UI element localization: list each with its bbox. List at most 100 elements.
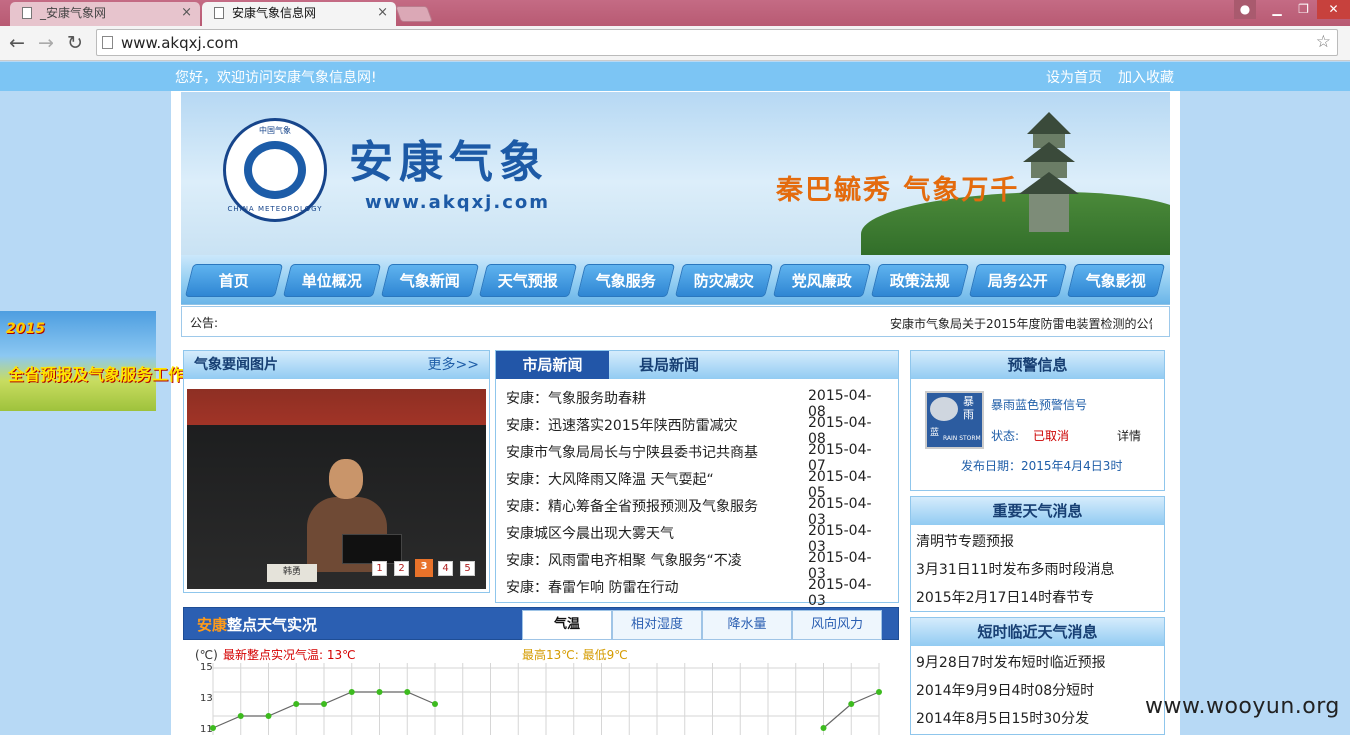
data-point[interactable] [237, 713, 244, 719]
forward-icon[interactable]: → [34, 32, 58, 54]
slogan: 秦巴毓秀 气象万千 [776, 175, 1020, 206]
news-item[interactable]: 安康：春雷乍响 防雷在行动 2015-04-03 [506, 577, 886, 609]
slide-page-1[interactable]: 1 [372, 561, 387, 576]
data-point[interactable] [321, 701, 327, 707]
slide-page-5[interactable]: 5 [460, 561, 475, 576]
user-icon[interactable]: ● [1234, 0, 1256, 19]
notice-label: 公告: [190, 316, 219, 330]
nav-video[interactable]: 气象影视 [1066, 264, 1166, 297]
notice-link[interactable]: 安康市气象局关于2015年度防雷电装置检测的公告 [890, 315, 1152, 332]
slide-page-3[interactable]: 3 [415, 559, 433, 577]
nav-about[interactable]: 单位概况 [282, 264, 382, 297]
data-point[interactable] [348, 689, 355, 695]
slide-page-2[interactable]: 2 [394, 561, 409, 576]
page-icon [102, 36, 113, 49]
panel-title: 重要天气消息 [911, 497, 1164, 525]
list-item[interactable]: 3月31日11时发布多雨时段消息 [916, 559, 1161, 579]
news-photo[interactable]: 韩勇 1 2 3 4 5 [187, 389, 486, 589]
laptop-image [342, 534, 402, 564]
news-item[interactable]: 安康：风雨雷电齐相聚 气象服务“不凌 2015-04-03 [506, 550, 886, 582]
tab-temperature[interactable]: 气温 [522, 610, 612, 640]
news-title[interactable]: 安康：气象服务助春耕 [506, 388, 776, 408]
list-item[interactable]: 2015年2月17日14时春节专 [916, 587, 1161, 607]
cloud-icon [930, 397, 958, 421]
close-tab-icon[interactable]: × [181, 2, 192, 24]
browser-tab[interactable]: _安康气象网 × [10, 2, 200, 26]
list-item[interactable]: 清明节专题预报 [916, 531, 1161, 551]
nav-integrity[interactable]: 党风廉政 [772, 264, 872, 297]
news-title[interactable]: 安康城区今晨出现大雾天气 [506, 523, 776, 543]
back-icon[interactable]: ← [5, 32, 29, 54]
news-item[interactable]: 安康：迅速落实2015年陕西防雷减灾 2015-04-08 [506, 415, 886, 447]
data-point[interactable] [265, 713, 272, 719]
nav-label: 首页 [218, 272, 249, 290]
welcome-text: 您好，欢迎访问安康气象信息网! [175, 70, 377, 86]
tab-precipitation[interactable]: 降水量 [702, 610, 792, 640]
url-text[interactable]: www.akqxj.com [121, 34, 238, 52]
nav-service[interactable]: 气象服务 [576, 264, 676, 297]
bookmark-star-icon[interactable]: ☆ [1316, 32, 1331, 52]
meteorology-logo: 中国气象 CHINA METEOROLOGY [223, 118, 327, 222]
list-item[interactable]: 9月28日7时发布短时临近预报 [916, 652, 1161, 672]
news-item[interactable]: 安康：大风降雨又降温 天气耍起“ 2015-04-05 [506, 469, 886, 501]
set-home-link[interactable]: 设为首页 [1046, 67, 1102, 87]
nav-label: 气象服务 [595, 272, 656, 290]
tab-county-news[interactable]: 县局新闻 [609, 351, 729, 379]
nav-disaster[interactable]: 防灾减灾 [674, 264, 774, 297]
nav-forecast[interactable]: 天气预报 [478, 264, 578, 297]
short-term-panel: 短时临近天气消息 9月28日7时发布短时临近预报 2014年9月9日4时08分短… [910, 617, 1165, 735]
data-point[interactable] [376, 689, 383, 695]
main-nav: 首页 单位概况 气象新闻 天气预报 气象服务 防灾减灾 党风廉政 政策法规 局务… [181, 255, 1170, 305]
address-bar[interactable]: www.akqxj.com ☆ [96, 29, 1338, 56]
data-point[interactable] [848, 701, 855, 707]
minimize-button[interactable]: ▁ [1264, 0, 1290, 19]
close-window-button[interactable]: ✕ [1317, 0, 1350, 19]
maximize-button[interactable]: ❐ [1290, 0, 1317, 19]
news-title[interactable]: 安康：风雨雷电齐相聚 气象服务“不凌 [506, 550, 776, 570]
side-ad-banner[interactable]: 2015 全省预报及气象服务工作会议 [0, 311, 216, 411]
tab-humidity[interactable]: 相对湿度 [612, 610, 702, 640]
news-title[interactable]: 安康市气象局局长与宁陕县委书记共商基 [506, 442, 776, 462]
data-point[interactable] [876, 689, 882, 695]
nav-news[interactable]: 气象新闻 [380, 264, 480, 297]
nav-affairs[interactable]: 局务公开 [968, 264, 1068, 297]
list-item[interactable]: 2014年9月9日4时08分短时 [916, 680, 1161, 700]
speaker-head [329, 459, 363, 499]
watermark: www.wooyun.org [1145, 694, 1340, 719]
news-date: 2015-04-03 [808, 577, 872, 609]
news-item[interactable]: 安康：精心筹备全省预报预测及气象服务 2015-04-03 [506, 496, 886, 528]
data-point[interactable] [432, 701, 438, 707]
news-title[interactable]: 安康：大风降雨又降温 天气耍起“ [506, 469, 776, 489]
slide-page-4[interactable]: 4 [438, 561, 453, 576]
browser-tab-active[interactable]: 安康气象信息网 × [202, 2, 396, 26]
browser-tabstrip: _安康气象网 × 安康气象信息网 × ● ▁ ❐ ✕ [0, 0, 1350, 26]
reload-icon[interactable]: ↻ [63, 32, 87, 54]
panel-title: 气象要闻图片 [194, 357, 278, 373]
detail-link[interactable]: 详情 [1117, 427, 1141, 444]
name-card: 韩勇 [267, 564, 317, 582]
tab-wind[interactable]: 风向风力 [792, 610, 882, 640]
data-point[interactable] [293, 701, 300, 707]
close-tab-icon[interactable]: × [377, 2, 388, 24]
news-item[interactable]: 安康：气象服务助春耕 2015-04-08 [506, 388, 886, 420]
list-item[interactable]: 2014年8月5日15时30分发 [916, 708, 1161, 728]
logo-top-text: 中国气象 [259, 126, 291, 135]
news-item[interactable]: 安康市气象局局长与宁陕县委书记共商基 2015-04-07 [506, 442, 886, 474]
nav-home[interactable]: 首页 [184, 264, 284, 297]
news-title[interactable]: 安康：精心筹备全省预报预测及气象服务 [506, 496, 776, 516]
nav-label: 单位概况 [301, 272, 362, 290]
news-item[interactable]: 安康城区今晨出现大雾天气 2015-04-03 [506, 523, 886, 555]
data-point[interactable] [404, 689, 411, 695]
publish-date: 发布日期：2015年4月4日3时 [961, 459, 1123, 473]
warning-signal-link[interactable]: 暴雨蓝色预警信号 [991, 396, 1087, 413]
data-point[interactable] [820, 725, 827, 731]
more-link[interactable]: 更多>> [428, 351, 479, 379]
news-title[interactable]: 安康：迅速落实2015年陕西防雷减灾 [506, 415, 776, 435]
news-title[interactable]: 安康：春雷乍响 防雷在行动 [506, 577, 776, 597]
tab-city-news[interactable]: 市局新闻 [496, 351, 609, 379]
browser-toolbar: ← → ↻ www.akqxj.com ☆ [0, 26, 1350, 61]
new-tab-button[interactable] [395, 6, 433, 22]
add-favorite-link[interactable]: 加入收藏 [1118, 67, 1174, 87]
data-point[interactable] [210, 725, 216, 731]
nav-policy[interactable]: 政策法规 [870, 264, 970, 297]
